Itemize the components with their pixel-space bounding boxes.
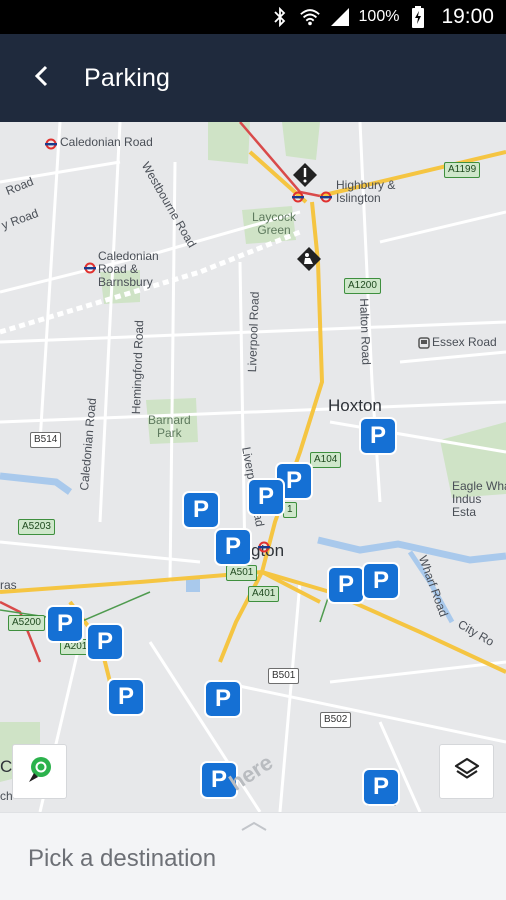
label-hoxton: Hoxton: [328, 396, 382, 415]
status-bar: 100% 19:00: [0, 0, 506, 34]
label-left-ras: ras: [0, 578, 17, 592]
rail-station-icon[interactable]: [418, 336, 430, 349]
parking-marker[interactable]: P: [184, 493, 218, 527]
battery-percent: 100%: [358, 8, 400, 25]
back-arrow-icon: [34, 65, 50, 92]
locate-pin-icon: [25, 754, 55, 789]
parking-marker[interactable]: P: [329, 568, 363, 602]
badge-a201: A201: [60, 639, 92, 655]
map-view[interactable]: Caledonian Road Westbourne Road Highbury…: [0, 122, 506, 812]
label-eagle-wharf: Eagle Wha Indus Esta: [452, 479, 506, 520]
badge-a501: A501: [226, 565, 258, 581]
badge-a1199: A1199: [444, 162, 481, 178]
badge-a1200: A1200: [344, 278, 381, 294]
pick-destination-prompt[interactable]: Pick a destination: [28, 845, 216, 873]
chevron-up-icon[interactable]: [240, 819, 268, 831]
label-essex-road: Essex Road: [432, 335, 497, 349]
badge-b514: B514: [30, 432, 62, 448]
clock: 19:00: [441, 5, 494, 28]
parking-marker[interactable]: P: [109, 680, 143, 714]
parking-marker[interactable]: P: [48, 607, 82, 641]
parking-marker[interactable]: P: [364, 564, 398, 598]
badge-b502: B502: [320, 712, 352, 728]
parking-marker[interactable]: P: [364, 770, 398, 804]
label-liverpool-road-upper: Liverpool Road: [245, 291, 262, 373]
wifi-icon: [299, 6, 321, 28]
tube-station-icon[interactable]: [84, 261, 96, 274]
layers-icon: [453, 756, 481, 787]
badge-a104: A104: [310, 452, 342, 468]
tube-station-icon[interactable]: [258, 540, 270, 553]
badge-a401: A401: [248, 586, 280, 602]
bluetooth-icon: [269, 6, 291, 28]
tube-station-icon[interactable]: [45, 137, 57, 150]
bottom-sheet[interactable]: Pick a destination: [0, 812, 506, 900]
badge-a1-fragment: 1: [283, 502, 297, 518]
label-left-c: C: [0, 757, 13, 776]
badge-a5200: A5200: [8, 615, 45, 631]
badge-b501: B501: [268, 668, 300, 684]
layers-button[interactable]: [439, 744, 494, 799]
label-caledonian-barnsbury: Caledonian Road & Barnsbury: [98, 249, 159, 290]
roadworks-icon[interactable]: [296, 246, 322, 272]
label-barnard-park: Barnard Park: [148, 413, 191, 441]
parking-marker[interactable]: P: [88, 625, 122, 659]
signal-icon: [329, 6, 351, 28]
back-button[interactable]: [0, 34, 84, 122]
label-highbury-islington: Highbury & Islington: [336, 178, 396, 206]
tube-station-icon[interactable]: [292, 190, 304, 203]
label-caledonian-road-station: Caledonian Road: [60, 135, 153, 149]
badge-a5203: A5203: [18, 519, 55, 535]
tube-station-icon[interactable]: [320, 190, 332, 203]
incident-warning-icon[interactable]: [292, 162, 318, 188]
parking-marker[interactable]: P: [361, 419, 395, 453]
label-halton-road: Halton Road: [357, 297, 374, 366]
parking-marker[interactable]: P: [249, 480, 283, 514]
app-bar: Parking: [0, 34, 506, 122]
page-title: Parking: [84, 63, 171, 92]
parking-marker[interactable]: P: [206, 682, 240, 716]
label-left-ch: ch: [0, 789, 13, 803]
label-laycock-green: Laycock Green: [252, 210, 297, 238]
battery-icon: [407, 6, 429, 28]
parking-marker[interactable]: P: [216, 530, 250, 564]
locate-button[interactable]: [12, 744, 67, 799]
